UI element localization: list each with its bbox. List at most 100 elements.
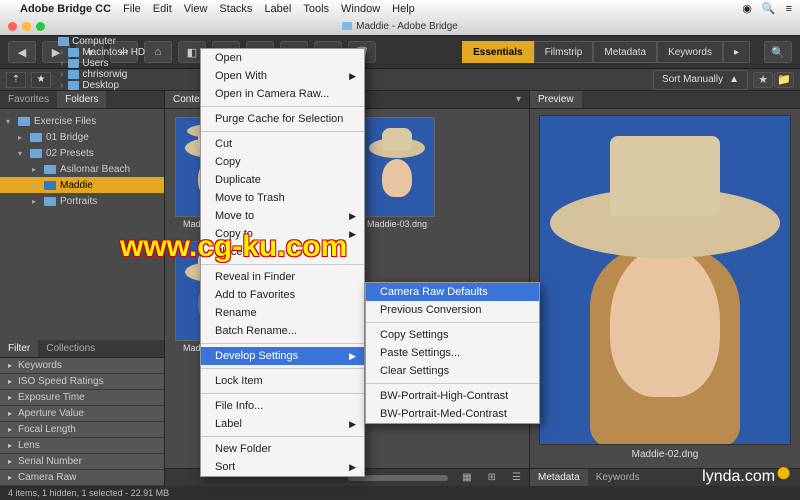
chevron-right-icon: ▸ — [8, 457, 12, 466]
view-list-icon[interactable]: ☰ — [504, 469, 529, 486]
tab-metadata-bottom[interactable]: Metadata — [530, 469, 588, 486]
develop-bw-portrait-high-contrast[interactable]: BW-Portrait-High-Contrast — [366, 387, 539, 405]
minimize-window-icon[interactable] — [22, 22, 31, 31]
folder-02-presets[interactable]: ▾02 Presets — [0, 145, 164, 161]
app-menu[interactable]: Adobe Bridge CC — [20, 3, 111, 15]
develop-clear-settings[interactable]: Clear Settings — [366, 362, 539, 380]
tab-folders[interactable]: Folders — [57, 91, 106, 108]
path-favorites-button[interactable]: ★ — [31, 72, 51, 88]
develop-camera-raw-defaults[interactable]: Camera Raw Defaults — [366, 283, 539, 301]
brand-logo: lynda.com● — [702, 468, 792, 486]
back-button[interactable]: ◀ — [8, 41, 36, 63]
ctx-place[interactable]: Place — [201, 243, 364, 261]
ctx-file-info-[interactable]: File Info... — [201, 397, 364, 415]
ctx-batch-rename-[interactable]: Batch Rename... — [201, 322, 364, 340]
develop-paste-settings-[interactable]: Paste Settings... — [366, 344, 539, 362]
menu-edit[interactable]: Edit — [153, 3, 172, 15]
context-menu[interactable]: OpenOpen With▶Open in Camera Raw... Purge… — [200, 48, 365, 477]
breadcrumb-users[interactable]: ›Users — [56, 58, 147, 69]
ctx-lock-item[interactable]: Lock Item — [201, 372, 364, 390]
ctx-new-folder[interactable]: New Folder — [201, 440, 364, 458]
ctx-duplicate[interactable]: Duplicate — [201, 171, 364, 189]
cloud-icon[interactable]: ◉ — [742, 2, 752, 15]
filter-aperture-value[interactable]: ▸Aperture Value — [0, 406, 164, 422]
menu-tools[interactable]: Tools — [303, 3, 329, 15]
folder-01-bridge[interactable]: ▸01 Bridge — [0, 129, 164, 145]
tab-keywords-bottom[interactable]: Keywords — [588, 469, 648, 486]
path-up-button[interactable]: ⇡ — [6, 72, 26, 88]
thumbnail-Maddie-03-dng[interactable]: Maddie-03.dng — [357, 117, 437, 229]
filter-star-button[interactable]: ★ — [753, 72, 773, 88]
ctx-open-with[interactable]: Open With▶ — [201, 67, 364, 85]
workspace-essentials[interactable]: Essentials — [462, 41, 533, 63]
tab-favorites[interactable]: Favorites — [0, 91, 57, 108]
chevron-right-icon: ▸ — [8, 441, 12, 450]
filter-focal-length[interactable]: ▸Focal Length — [0, 422, 164, 438]
status-bar: 4 items, 1 hidden, 1 selected - 22.91 MB — [0, 486, 800, 500]
workspace-metadata[interactable]: Metadata — [593, 41, 657, 63]
folder-exercise-files[interactable]: ▾Exercise Files — [0, 113, 164, 129]
menubar-extra-icon[interactable]: ≡ — [786, 3, 792, 15]
folder-portraits[interactable]: ▸Portraits — [0, 193, 164, 209]
folder-icon — [68, 81, 79, 90]
ctx-label[interactable]: Label▶ — [201, 415, 364, 433]
sort-dropdown[interactable]: Sort Manually ▲ — [653, 70, 748, 90]
search-field-icon[interactable]: 🔍 — [764, 41, 792, 63]
filter-keywords[interactable]: ▸Keywords — [0, 358, 164, 374]
chevron-right-icon: ▶ — [349, 351, 356, 362]
ctx-rename[interactable]: Rename — [201, 304, 364, 322]
macos-menubar: Adobe Bridge CC File Edit View Stacks La… — [0, 0, 800, 17]
search-icon[interactable]: 🔍 — [762, 2, 776, 15]
filter-serial-number[interactable]: ▸Serial Number — [0, 454, 164, 470]
ctx-develop-settings[interactable]: Develop Settings▶ — [201, 347, 364, 365]
ctx-copy[interactable]: Copy — [201, 153, 364, 171]
folder-asilomar-beach[interactable]: ▸Asilomar Beach — [0, 161, 164, 177]
ctx-open[interactable]: Open — [201, 49, 364, 67]
chevron-right-icon: ▸ — [8, 361, 12, 370]
view-grid-icon[interactable]: ▦ — [454, 469, 479, 486]
new-folder-button[interactable]: 📁 — [774, 72, 794, 88]
menu-label[interactable]: Label — [264, 3, 291, 15]
ctx-cut[interactable]: Cut — [201, 135, 364, 153]
breadcrumb-computer[interactable]: Computer — [56, 36, 147, 47]
workspace-more[interactable]: ▸ — [723, 41, 750, 63]
menu-view[interactable]: View — [184, 3, 208, 15]
ctx-copy-to[interactable]: Copy to▶ — [201, 225, 364, 243]
ctx-open-in-camera-raw-[interactable]: Open in Camera Raw... — [201, 85, 364, 103]
filter-camera-raw[interactable]: ▸Camera Raw — [0, 470, 164, 486]
tab-collections[interactable]: Collections — [38, 340, 103, 357]
breadcrumb-macintosh-hd[interactable]: ›Macintosh HD — [56, 47, 147, 58]
menu-stacks[interactable]: Stacks — [219, 3, 252, 15]
menu-window[interactable]: Window — [341, 3, 380, 15]
develop-bw-portrait-med-contrast[interactable]: BW-Portrait-Med-Contrast — [366, 405, 539, 423]
chevron-right-icon: ▸ — [8, 409, 12, 418]
close-window-icon[interactable] — [8, 22, 17, 31]
view-lock-icon[interactable]: ⊞ — [480, 469, 504, 486]
filter-exposure-time[interactable]: ▸Exposure Time — [0, 390, 164, 406]
preview-image[interactable] — [539, 115, 791, 445]
develop-settings-submenu[interactable]: Camera Raw DefaultsPrevious Conversion Co… — [365, 282, 540, 424]
ctx-reveal-in-finder[interactable]: Reveal in Finder — [201, 268, 364, 286]
menu-help[interactable]: Help — [392, 3, 415, 15]
breadcrumb-chrisorwig[interactable]: ›chrisorwig — [56, 69, 147, 80]
filter-iso-speed-ratings[interactable]: ▸ISO Speed Ratings — [0, 374, 164, 390]
ctx-move-to-trash[interactable]: Move to Trash — [201, 189, 364, 207]
workspace-keywords[interactable]: Keywords — [657, 41, 723, 63]
ctx-sort[interactable]: Sort▶ — [201, 458, 364, 476]
tab-filter[interactable]: Filter — [0, 340, 38, 357]
ctx-add-to-favorites[interactable]: Add to Favorites — [201, 286, 364, 304]
camera-download-icon[interactable]: ⌂ — [144, 41, 172, 63]
ctx-purge-cache-for-selection[interactable]: Purge Cache for Selection — [201, 110, 364, 128]
ctx-move-to[interactable]: Move to▶ — [201, 207, 364, 225]
workspace-filmstrip[interactable]: Filmstrip — [534, 41, 594, 63]
tab-preview[interactable]: Preview — [530, 91, 582, 108]
filter-lens[interactable]: ▸Lens — [0, 438, 164, 454]
menu-file[interactable]: File — [123, 3, 141, 15]
develop-previous-conversion[interactable]: Previous Conversion — [366, 301, 539, 319]
breadcrumb-desktop[interactable]: ›Desktop — [56, 80, 147, 91]
folder-maddie[interactable]: ▸Maddie — [0, 177, 164, 193]
zoom-window-icon[interactable] — [36, 22, 45, 31]
content-view-menu-icon[interactable]: ▾ — [508, 91, 529, 108]
folder-icon — [44, 197, 56, 206]
develop-copy-settings[interactable]: Copy Settings — [366, 326, 539, 344]
